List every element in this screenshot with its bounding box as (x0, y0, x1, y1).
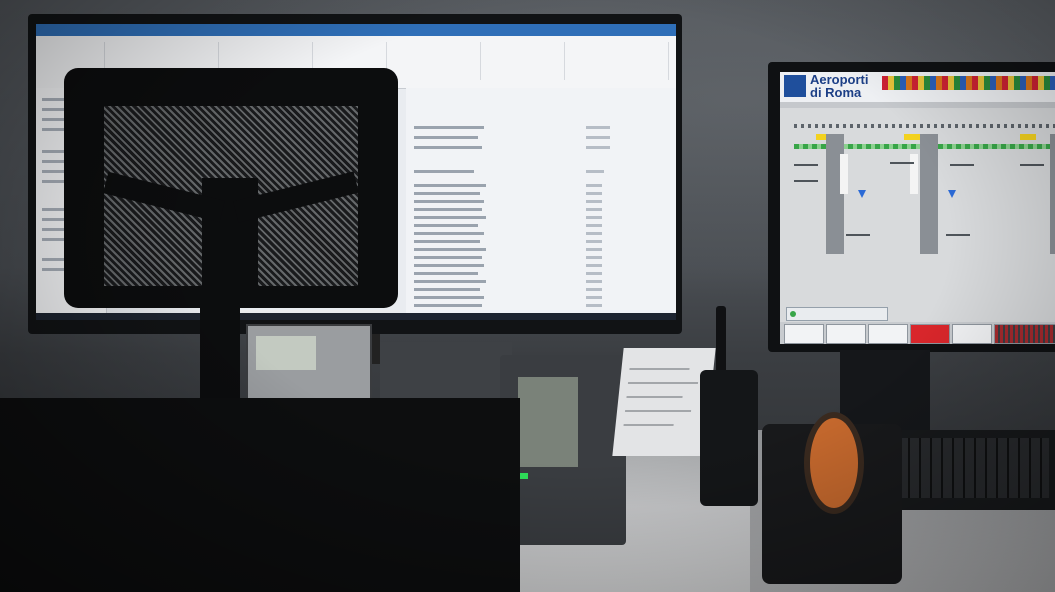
down-arrow-icon (948, 190, 956, 198)
function-button[interactable] (868, 324, 908, 344)
chute-column (920, 134, 938, 254)
walkie-talkie (700, 370, 758, 506)
status-indicator-strip (882, 76, 1055, 90)
adr-header: Aeroporti di Roma (780, 72, 1055, 102)
chute-column (826, 134, 844, 254)
adr-logo-icon (784, 75, 806, 97)
conveyor-dots (794, 124, 1055, 128)
down-arrow-icon (858, 190, 866, 198)
alarm-button[interactable] (784, 324, 824, 344)
data-table (406, 88, 676, 320)
function-button-row (780, 322, 1055, 344)
chute-inner (910, 154, 918, 194)
radio-antenna (716, 306, 726, 374)
right-monitor: Aeroporti di Roma (768, 62, 1055, 352)
belt-label (1020, 134, 1036, 140)
warning-button[interactable] (910, 324, 950, 344)
function-button[interactable] (826, 324, 866, 344)
alarm-summary-panel (994, 324, 1055, 344)
logo-line-2: di Roma (810, 85, 862, 100)
ribbon-group (390, 42, 481, 80)
baggage-scada-screen: Aeroporti di Roma (780, 72, 1055, 344)
office-chair-backrest (64, 68, 398, 308)
tape-roll (804, 412, 864, 514)
chair-post (200, 300, 240, 400)
chute-inner (840, 154, 848, 194)
function-button[interactable] (952, 324, 992, 344)
phone-display (256, 336, 316, 370)
device-display (518, 377, 578, 467)
adr-logo-text: Aeroporti di Roma (810, 73, 869, 99)
ribbon-group (568, 42, 669, 80)
status-message (786, 307, 888, 321)
office-desk-photo: Aeroporti di Roma (0, 0, 1055, 592)
chute-column (1050, 134, 1055, 254)
toolbar (780, 102, 1055, 108)
monitor-stand (840, 350, 930, 430)
chair-seat-foreground (0, 398, 520, 592)
windows-taskbar (36, 313, 676, 320)
ribbon-titlebar (36, 24, 676, 36)
ribbon-group (484, 42, 565, 80)
belt-label (904, 134, 920, 140)
desk-phone (246, 324, 372, 406)
status-dot-icon (790, 311, 796, 317)
